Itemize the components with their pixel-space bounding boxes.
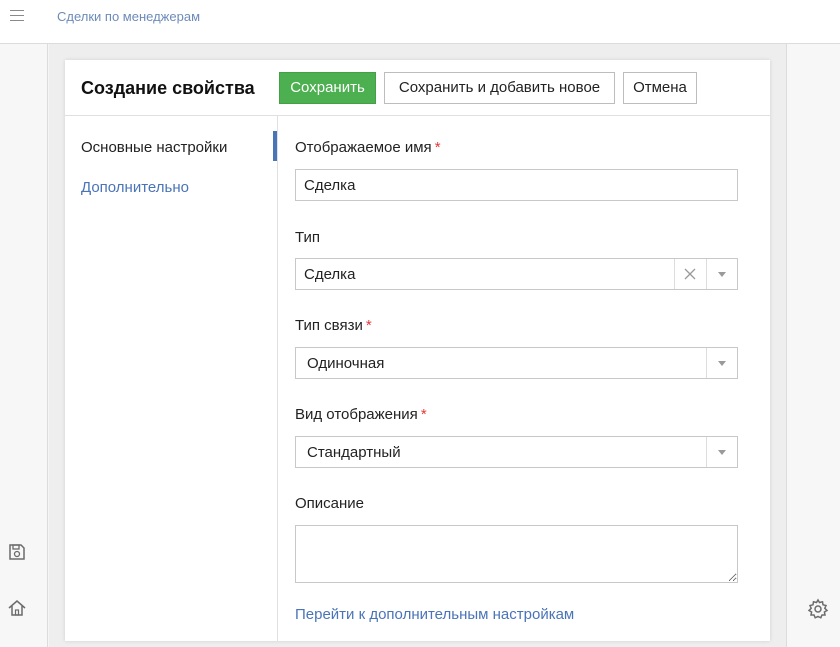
link-type-select[interactable]: Одиночная xyxy=(295,347,738,379)
display-mode-select-value: Стандартный xyxy=(307,444,401,461)
chevron-down-icon[interactable] xyxy=(718,361,726,366)
gear-icon[interactable] xyxy=(807,598,829,619)
chevron-down-icon[interactable] xyxy=(718,272,726,277)
save-icon[interactable] xyxy=(7,542,27,562)
home-icon[interactable] xyxy=(7,598,27,618)
create-property-dialog: Создание свойства Сохранить Сохранить и … xyxy=(65,60,770,641)
required-marker: * xyxy=(420,406,427,423)
type-select[interactable]: Сделка xyxy=(295,258,738,290)
display-mode-select[interactable]: Стандартный xyxy=(295,436,738,468)
link-type-select-value: Одиночная xyxy=(307,355,385,372)
dialog-title: Создание свойства xyxy=(81,78,255,98)
required-marker: * xyxy=(434,139,441,156)
active-indicator xyxy=(273,131,277,161)
advanced-settings-link[interactable]: Перейти к дополнительным настройкам xyxy=(295,606,574,623)
description-label: Описание xyxy=(295,495,365,512)
hamburger-icon[interactable] xyxy=(10,10,24,22)
breadcrumb[interactable]: Сделки по менеджерам xyxy=(57,9,200,24)
display-name-label: Отображаемое имя * xyxy=(295,139,441,156)
save-and-add-new-button[interactable]: Сохранить и добавить новое xyxy=(384,72,615,104)
top-bar: Сделки по менеджерам xyxy=(0,0,840,44)
required-marker: * xyxy=(365,317,372,334)
sidebar-item-advanced[interactable]: Дополнительно xyxy=(81,179,189,196)
dialog-sidebar: Основные настройки Дополнительно xyxy=(65,116,278,641)
clear-icon[interactable] xyxy=(682,266,698,282)
dialog-header: Создание свойства Сохранить Сохранить и … xyxy=(65,60,770,116)
sidebar-item-basic-settings[interactable]: Основные настройки xyxy=(81,139,227,156)
description-field[interactable] xyxy=(295,525,738,583)
link-type-label: Тип связи * xyxy=(295,317,372,334)
cancel-button[interactable]: Отмена xyxy=(623,72,697,104)
display-mode-label: Вид отображения * xyxy=(295,406,427,423)
chevron-down-icon[interactable] xyxy=(718,450,726,455)
left-rail xyxy=(0,44,48,647)
display-name-field[interactable] xyxy=(295,169,738,201)
form-content: Отображаемое имя* Тип Сделка Тип связи* … xyxy=(295,116,740,641)
type-select-value: Сделка xyxy=(304,266,356,283)
type-label: Тип xyxy=(295,229,321,246)
save-button[interactable]: Сохранить xyxy=(279,72,376,104)
right-rail xyxy=(786,44,840,647)
